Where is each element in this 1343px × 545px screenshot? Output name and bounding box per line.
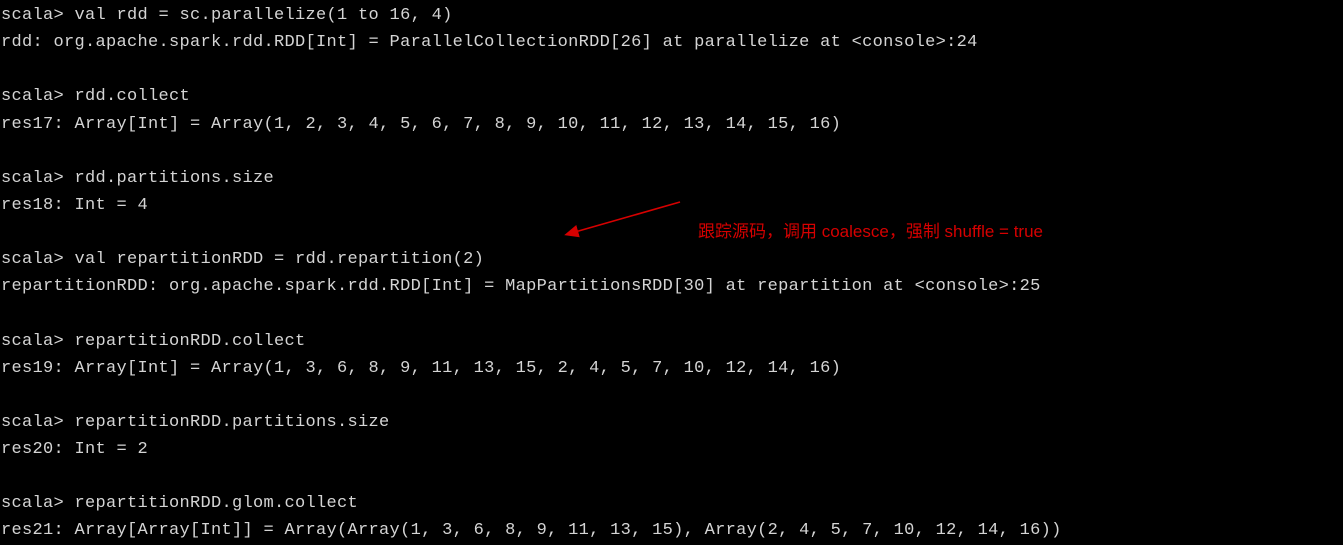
terminal-line: scala> val rdd = sc.parallelize(1 to 16,… (1, 2, 1343, 29)
terminal-blank (1, 301, 1343, 328)
terminal-line: repartitionRDD: org.apache.spark.rdd.RDD… (1, 273, 1343, 300)
terminal-line: scala> repartitionRDD.glom.collect (1, 490, 1343, 517)
terminal-line: res19: Array[Int] = Array(1, 3, 6, 8, 9,… (1, 355, 1343, 382)
terminal-line: scala> rdd.partitions.size (1, 165, 1343, 192)
terminal-blank (1, 219, 1343, 246)
terminal-line: scala> repartitionRDD.partitions.size (1, 409, 1343, 436)
terminal-blank (1, 382, 1343, 409)
terminal-blank (1, 56, 1343, 83)
terminal-blank (1, 138, 1343, 165)
terminal-line: rdd: org.apache.spark.rdd.RDD[Int] = Par… (1, 29, 1343, 56)
terminal[interactable]: scala> val rdd = sc.parallelize(1 to 16,… (0, 0, 1343, 545)
terminal-line: scala> repartitionRDD.collect (1, 328, 1343, 355)
terminal-line: res17: Array[Int] = Array(1, 2, 3, 4, 5,… (1, 111, 1343, 138)
terminal-line: res20: Int = 2 (1, 436, 1343, 463)
terminal-blank (1, 463, 1343, 490)
annotation-text: 跟踪源码，调用 coalesce，强制 shuffle = true (698, 218, 1043, 245)
terminal-line: scala> rdd.collect (1, 83, 1343, 110)
terminal-line: scala> val repartitionRDD = rdd.repartit… (1, 246, 1343, 273)
terminal-line: res21: Array[Array[Int]] = Array(Array(1… (1, 517, 1343, 544)
terminal-line: res18: Int = 4 (1, 192, 1343, 219)
